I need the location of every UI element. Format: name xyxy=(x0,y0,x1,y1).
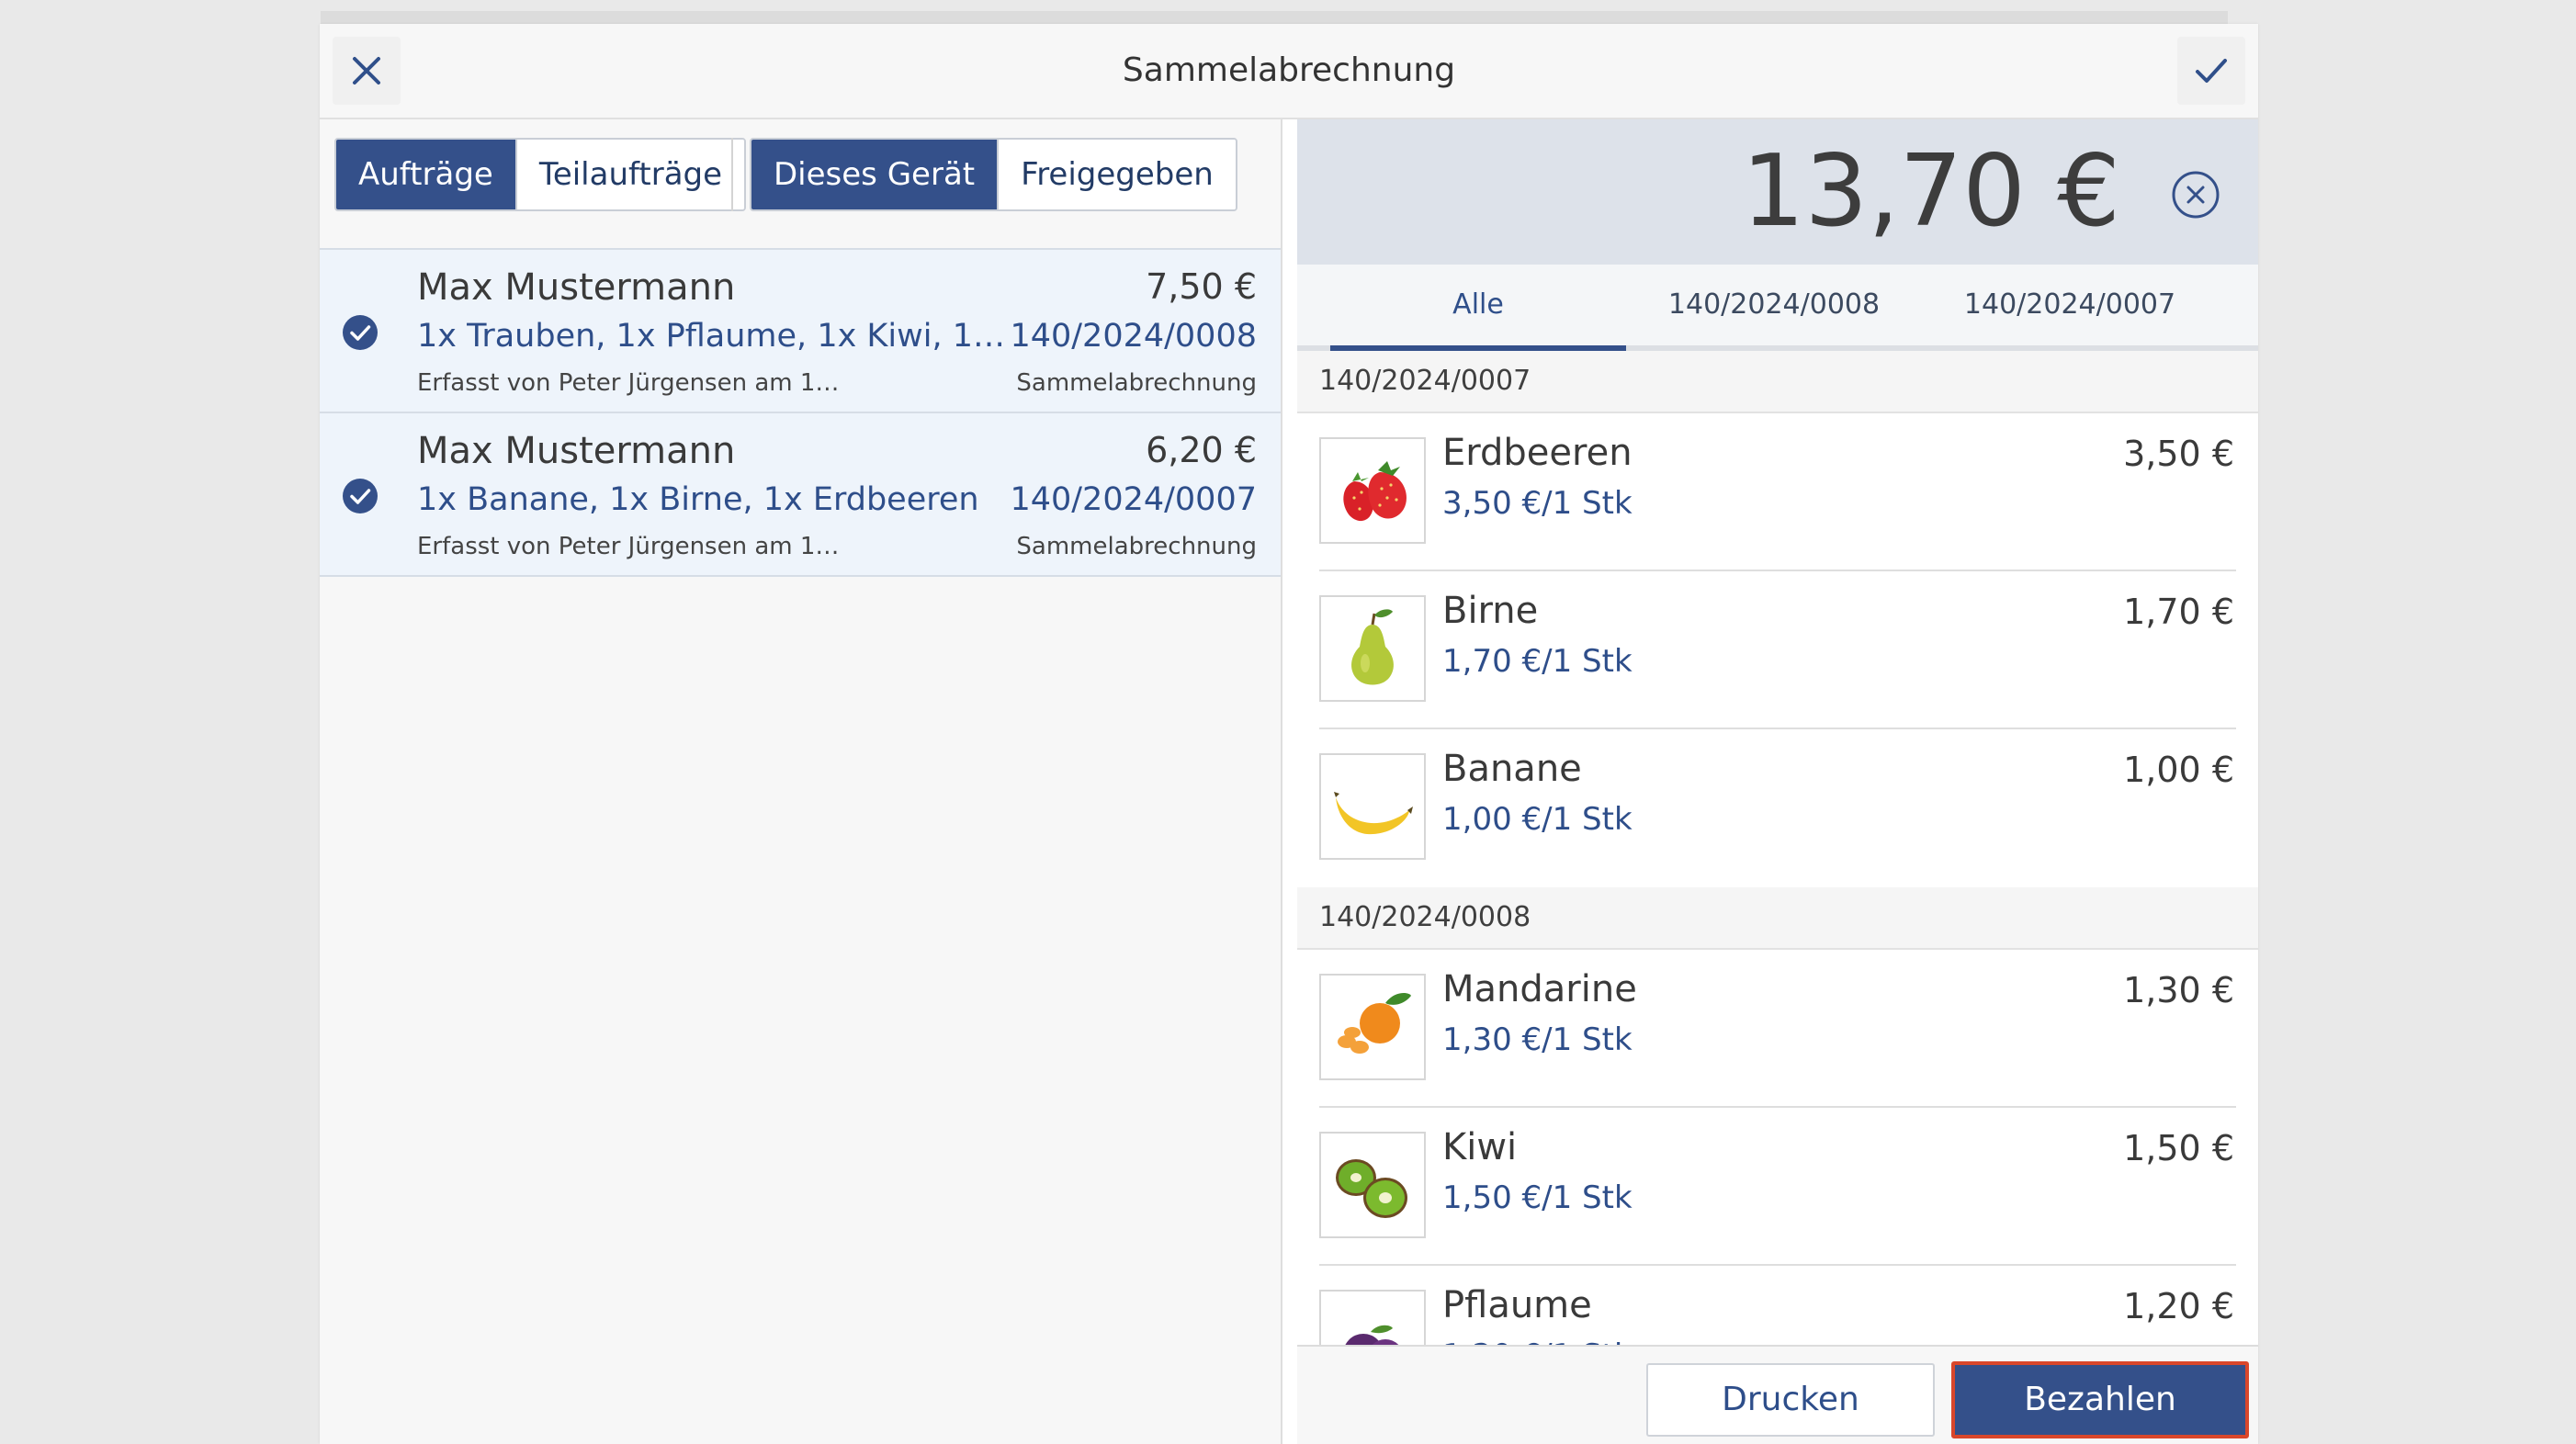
order-list: Max Mustermann 7,50 € 1x Trauben, 1x Pfl… xyxy=(320,248,1281,577)
mandarin-icon xyxy=(1338,993,1411,1054)
tab-auftraege[interactable]: Aufträge xyxy=(336,140,515,209)
item-thumbnail xyxy=(1319,753,1426,860)
customer-name: Max Mustermann xyxy=(417,430,736,472)
tab-teilauftraege[interactable]: Teilaufträge xyxy=(514,140,745,209)
group-header: 140/2024/0007 xyxy=(1297,351,2258,413)
list-item[interactable]: Erdbeeren 3,50 €/1 Stk 3,50 € xyxy=(1297,413,2258,571)
group-header: 140/2024/0008 xyxy=(1297,887,2258,950)
order-type-toggle: Aufträge Teilaufträge xyxy=(334,138,747,211)
item-price: 1,00 € xyxy=(2123,750,2234,790)
tab-dieses-geraet[interactable]: Dieses Gerät xyxy=(751,140,998,209)
background-strip xyxy=(321,11,2228,24)
tab-freigegeben[interactable]: Freigegeben xyxy=(997,140,1236,209)
dialog-header: Sammelabrechnung xyxy=(320,24,2258,119)
clear-circle-icon[interactable] xyxy=(2170,169,2221,220)
order-row[interactable]: Max Mustermann 6,20 € 1x Banane, 1x Birn… xyxy=(320,412,1281,577)
order-number: 140/2024/0008 xyxy=(1010,318,1257,355)
item-name: Banane xyxy=(1442,748,1582,790)
strawberry-icon xyxy=(1343,461,1407,522)
order-type: Sammelabrechnung xyxy=(1016,369,1257,397)
order-number: 140/2024/0007 xyxy=(1010,481,1257,518)
order-items: 1x Trauben, 1x Pflaume, 1x Kiwi, 1x Mand… xyxy=(417,318,1005,355)
item-price: 3,50 € xyxy=(2123,434,2234,474)
confirm-button[interactable] xyxy=(2177,37,2245,105)
close-icon xyxy=(353,57,380,85)
item-thumbnail xyxy=(1319,595,1426,702)
order-row[interactable]: Max Mustermann 7,50 € 1x Trauben, 1x Pfl… xyxy=(320,248,1281,412)
tab-order-0007[interactable]: 140/2024/0007 xyxy=(1922,265,2218,345)
dialog-title: Sammelabrechnung xyxy=(1122,51,1456,89)
item-name: Birne xyxy=(1442,590,1539,632)
banana-icon xyxy=(1334,792,1413,835)
list-item[interactable]: Mandarine 1,30 €/1 Stk 1,30 € xyxy=(1297,950,2258,1108)
item-price: 1,20 € xyxy=(2123,1286,2234,1326)
check-circle-icon[interactable] xyxy=(342,314,378,351)
item-unit-price: 3,50 €/1 Stk xyxy=(1442,485,1633,522)
plum-icon xyxy=(1345,1325,1399,1345)
summary-panel: 13,70 € Alle 140/2024/0008 140/2024/0007… xyxy=(1297,119,2258,1444)
item-thumbnail xyxy=(1319,974,1426,1080)
order-price: 7,50 € xyxy=(1146,266,1257,307)
item-thumbnail xyxy=(1319,437,1426,544)
pear-icon xyxy=(1351,609,1394,685)
item-price: 1,50 € xyxy=(2123,1128,2234,1168)
item-name: Kiwi xyxy=(1442,1126,1518,1168)
order-source-toggle: Dieses Gerät Freigegeben xyxy=(750,138,1237,211)
item-thumbnail xyxy=(1319,1290,1426,1345)
total-amount: 13,70 € xyxy=(1741,134,2120,249)
list-item[interactable]: Banane 1,00 €/1 Stk 1,00 € xyxy=(1297,729,2258,887)
item-unit-price: 1,00 €/1 Stk xyxy=(1442,801,1633,838)
collective-billing-dialog: Sammelabrechnung Aufträge Teilaufträge D… xyxy=(320,24,2258,1444)
list-item[interactable]: Birne 1,70 €/1 Stk 1,70 € xyxy=(1297,571,2258,729)
item-thumbnail xyxy=(1319,1132,1426,1238)
order-filter-tabs: Alle 140/2024/0008 140/2024/0007 xyxy=(1297,265,2258,351)
item-unit-price: 1,70 €/1 Stk xyxy=(1442,643,1633,680)
list-item[interactable]: Kiwi 1,50 €/1 Stk 1,50 € xyxy=(1297,1108,2258,1266)
item-unit-price: 1,50 €/1 Stk xyxy=(1442,1179,1633,1216)
order-items: 1x Banane, 1x Birne, 1x Erdbeeren xyxy=(417,481,979,518)
tab-alle[interactable]: Alle xyxy=(1330,265,1626,351)
order-meta: Erfasst von Peter Jürgensen am 16.0... xyxy=(417,369,840,397)
check-circle-icon[interactable] xyxy=(342,478,378,514)
item-name: Pflaume xyxy=(1442,1284,1592,1326)
kiwi-icon xyxy=(1336,1159,1407,1218)
item-unit-price: 1,30 €/1 Stk xyxy=(1442,1021,1633,1058)
close-button[interactable] xyxy=(333,37,401,105)
item-price: 1,70 € xyxy=(2123,592,2234,632)
orders-panel: Aufträge Teilaufträge Dieses Gerät Freig… xyxy=(320,119,1282,1444)
item-list[interactable]: 140/2024/0007 Erdbeeren 3,50 €/1 Stk 3,5… xyxy=(1297,351,2258,1345)
item-name: Erdbeeren xyxy=(1442,432,1633,474)
action-bar: Drucken Bezahlen xyxy=(1297,1345,2258,1444)
order-price: 6,20 € xyxy=(1146,430,1257,470)
item-name: Mandarine xyxy=(1442,968,1637,1010)
list-item[interactable]: Pflaume 1,20 €/1 Stk 1,20 € xyxy=(1297,1266,2258,1345)
order-type: Sammelabrechnung xyxy=(1016,533,1257,560)
filter-divider xyxy=(731,138,733,211)
item-unit-price: 1,20 €/1 Stk xyxy=(1442,1337,1633,1345)
checkmark-icon xyxy=(2196,59,2227,83)
customer-name: Max Mustermann xyxy=(417,266,736,309)
pay-button[interactable]: Bezahlen xyxy=(1951,1361,2249,1438)
tab-order-0008[interactable]: 140/2024/0008 xyxy=(1626,265,1922,345)
total-bar: 13,70 € xyxy=(1297,119,2258,265)
print-button[interactable]: Drucken xyxy=(1646,1363,1935,1437)
order-meta: Erfasst von Peter Jürgensen am 16.0... xyxy=(417,533,840,560)
item-price: 1,30 € xyxy=(2123,970,2234,1010)
